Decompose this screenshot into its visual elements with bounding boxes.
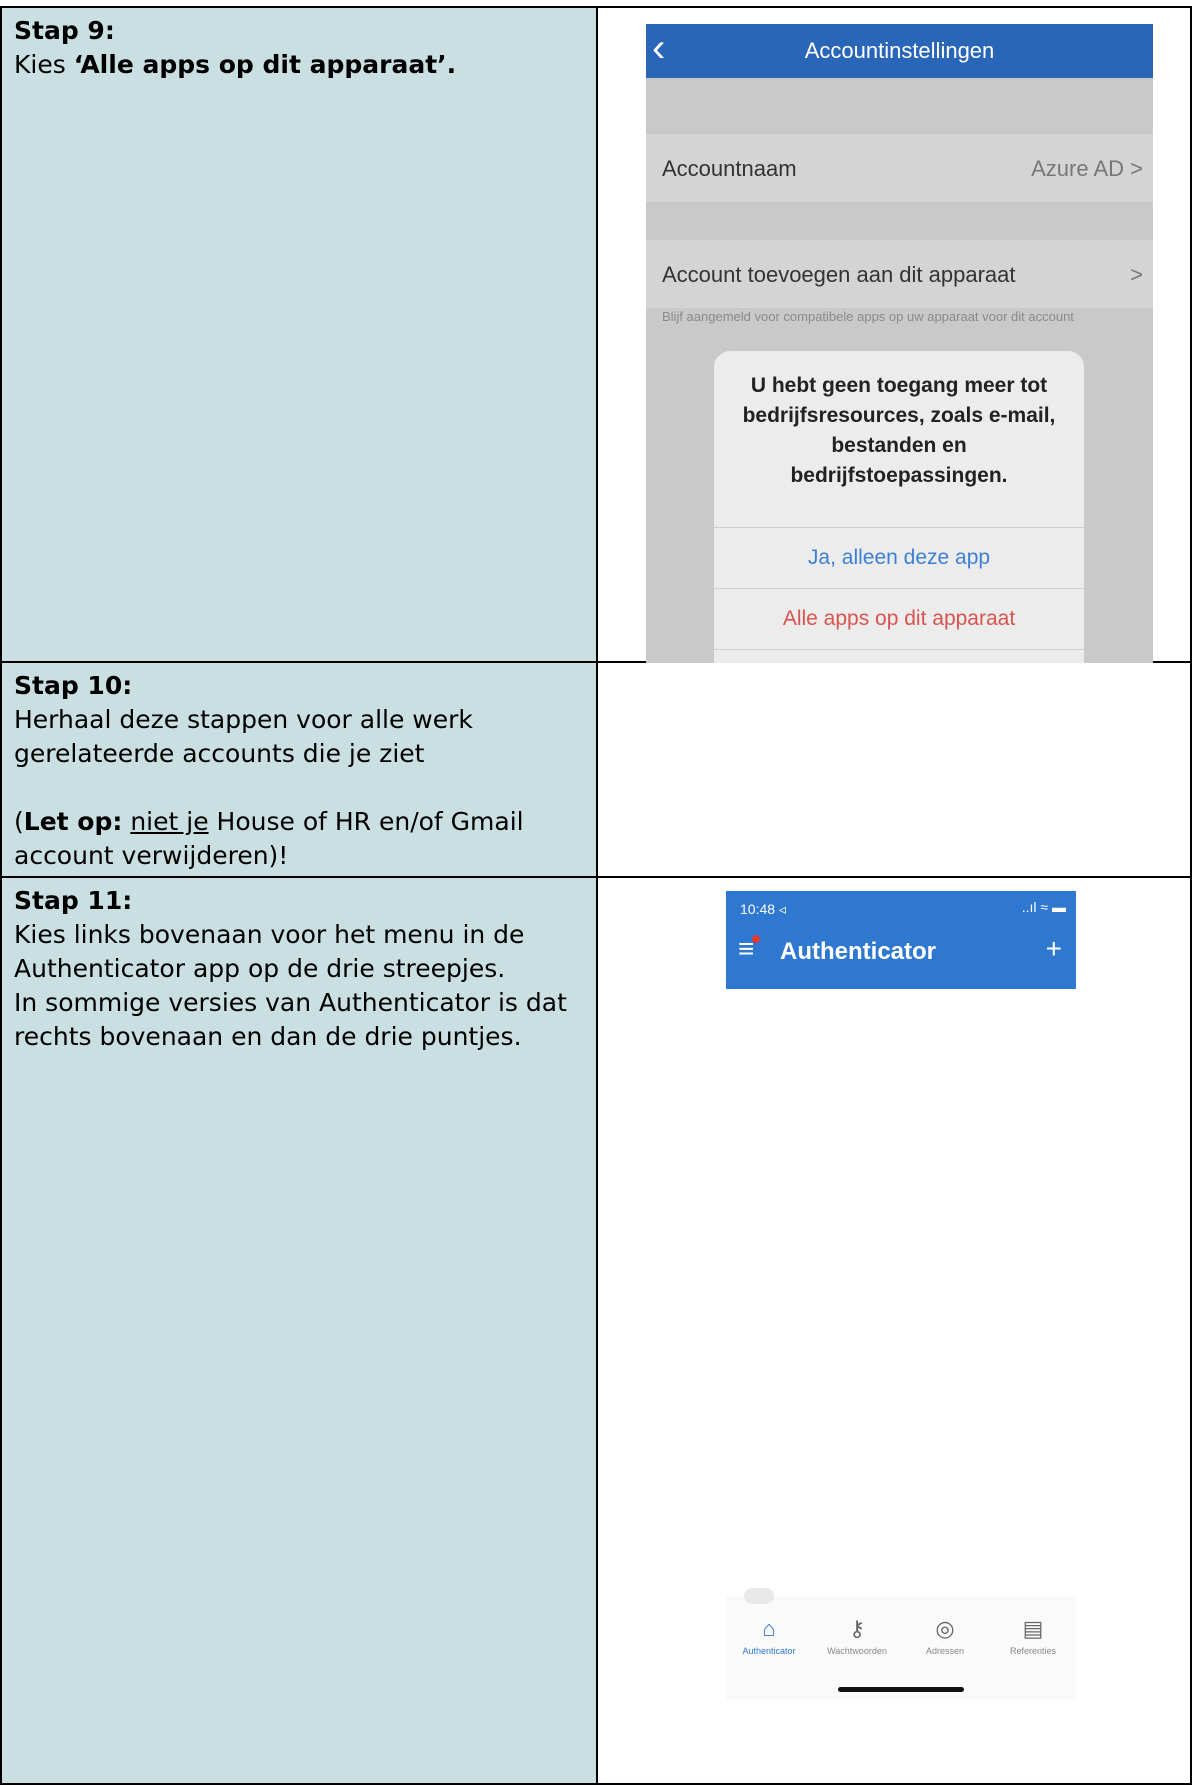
tab-referenties[interactable]: ▤ Referenties bbox=[990, 1616, 1076, 1656]
alert-message: U hebt geen toegang meer tot bedrijfsres… bbox=[742, 374, 1056, 487]
nav-title: Accountinstellingen bbox=[804, 38, 995, 63]
account-settings-screenshot: ‹ Accountinstellingen Accountnaam Azure … bbox=[646, 24, 1153, 732]
step-10-image-cell bbox=[596, 661, 1192, 878]
sign-out-alert: U hebt geen toegang meer tot bedrijfsres… bbox=[714, 351, 1084, 707]
location-icon: ◎ bbox=[935, 1616, 955, 1641]
step-9-title: Stap 9: bbox=[14, 16, 115, 45]
tab-wachtwoorden[interactable]: ⚷ Wachtwoorden bbox=[814, 1616, 900, 1656]
all-apps-button[interactable]: Alle apps op dit apparaat bbox=[714, 588, 1084, 649]
step-9-instruction: Kies ‘Alle apps op dit apparaat’. bbox=[14, 50, 457, 79]
step-11-text-cell: Stap 11: Kies links bovenaan voor het me… bbox=[0, 876, 598, 1785]
tab-adressen[interactable]: ◎ Adressen bbox=[902, 1616, 988, 1656]
status-icons: ..ıl ≈ ▬ bbox=[1021, 899, 1066, 915]
add-account-row[interactable]: Account toevoegen aan dit apparaat > bbox=[646, 240, 1153, 308]
add-account-button[interactable]: + bbox=[1046, 935, 1062, 963]
instruction-table: Stap 9: Kies ‘Alle apps op dit apparaat’… bbox=[0, 6, 1192, 1785]
key-icon: ⚷ bbox=[848, 1616, 866, 1641]
chevron-right-icon: > bbox=[1130, 262, 1143, 287]
step-9-image-cell: ‹ Accountinstellingen Accountnaam Azure … bbox=[596, 6, 1192, 732]
step-11-image-cell: 10:48 ◃ ..ıl ≈ ▬ ≡ Authenticator + ⌂ Aut… bbox=[596, 876, 1192, 1785]
id-card-icon: ▤ bbox=[1022, 1616, 1044, 1641]
step-11-title: Stap 11: bbox=[14, 886, 133, 915]
tab-bar: ⌂ Authenticator ⚷ Wachtwoorden ◎ Adresse… bbox=[726, 1588, 1076, 1700]
app-header: 10:48 ◃ ..ıl ≈ ▬ ≡ Authenticator + bbox=[726, 891, 1076, 989]
step-9-text-cell: Stap 9: Kies ‘Alle apps op dit apparaat’… bbox=[0, 6, 598, 663]
step-10-title: Stap 10: bbox=[14, 671, 133, 700]
home-indicator bbox=[838, 1687, 964, 1692]
status-time: 10:48 ◃ bbox=[740, 901, 786, 917]
chevron-right-icon: > bbox=[1130, 156, 1143, 181]
step-10-text-cell: Stap 10: Herhaal deze stappen voor alle … bbox=[0, 661, 598, 878]
this-app-only-button[interactable]: Ja, alleen deze app bbox=[714, 527, 1084, 588]
add-account-note: Blijf aangemeld voor compatibele apps op… bbox=[662, 309, 1074, 324]
nav-bar: ‹ Accountinstellingen bbox=[646, 24, 1153, 78]
app-title: Authenticator bbox=[780, 938, 936, 965]
authenticator-screenshot: 10:48 ◃ ..ıl ≈ ▬ ≡ Authenticator + ⌂ Aut… bbox=[726, 891, 1076, 1700]
account-name-row[interactable]: Accountnaam Azure AD > bbox=[646, 134, 1153, 202]
tab-authenticator[interactable]: ⌂ Authenticator bbox=[726, 1616, 812, 1656]
step-10-warning: (Let op: niet je House of HR en/of Gmail bbox=[14, 807, 524, 836]
notification-dot-icon bbox=[752, 935, 760, 943]
home-icon: ⌂ bbox=[762, 1616, 776, 1641]
